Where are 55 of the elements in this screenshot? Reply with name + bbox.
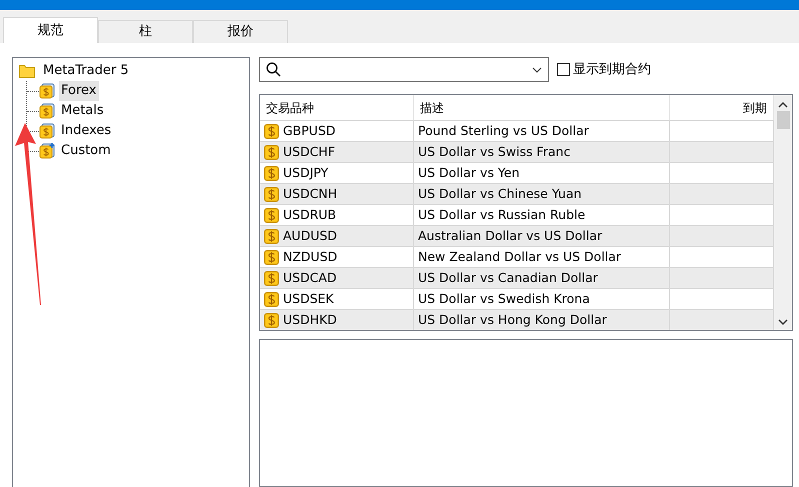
coin-icon: [39, 83, 55, 99]
symbol-cell-text: USDJPY: [283, 164, 328, 182]
symbol-cell-text: AUDUSD: [283, 226, 338, 245]
description-cell-text: Australian Dollar vs US Dollar: [418, 226, 602, 245]
tree-item[interactable]: Indexes: [59, 121, 114, 141]
folder-icon: [19, 64, 35, 78]
chevron-down-icon[interactable]: [778, 318, 788, 326]
tree-item[interactable]: MetaTrader 5: [41, 61, 131, 81]
coin-icon: [264, 250, 279, 264]
tree-item[interactable]: Custom: [59, 141, 113, 161]
search-icon: [266, 62, 281, 77]
description-cell-text: US Dollar vs Chinese Yuan: [418, 184, 582, 203]
description-cell-text: US Dollar vs Swiss Franc: [418, 142, 570, 161]
symbol-cell-text: USDCHF: [283, 142, 336, 161]
symbol-cell-text: USDHKD: [283, 310, 337, 329]
description-cell-text: Pound Sterling vs US Dollar: [418, 122, 589, 140]
tab[interactable]: 报价: [193, 20, 288, 43]
description-cell-text: US Dollar vs Russian Ruble: [418, 206, 586, 224]
coin-icon: [39, 123, 55, 139]
scrollbar[interactable]: [774, 95, 792, 330]
custom-coin-icon: [39, 143, 55, 159]
chevron-down-icon[interactable]: [532, 66, 542, 72]
symbol-cell-text: USDCNH: [283, 184, 338, 203]
symbol-cell-text: NZDUSD: [283, 248, 338, 266]
coin-icon: [264, 270, 279, 286]
search-field[interactable]: [259, 57, 549, 82]
coin-icon: [264, 312, 279, 328]
scrollbar-thumb[interactable]: [776, 111, 790, 129]
column-header[interactable]: 到期: [743, 98, 767, 116]
chevron-up-icon[interactable]: [778, 101, 788, 109]
description-cell-text: US Dollar vs Canadian Dollar: [418, 268, 598, 287]
tab[interactable]: 柱: [98, 20, 193, 43]
checkbox-label: 显示到期合约: [573, 60, 651, 79]
description-cell-text: US Dollar vs Swedish Krona: [418, 290, 590, 308]
checkbox[interactable]: [557, 63, 570, 76]
coin-icon: [39, 103, 55, 119]
description-cell-text: US Dollar vs Hong Kong Dollar: [418, 310, 607, 329]
coin-icon: [264, 166, 279, 180]
coin-icon: [264, 292, 279, 306]
column-header[interactable]: 交易品种: [266, 98, 314, 116]
column-header[interactable]: 描述: [420, 98, 444, 116]
coin-icon: [264, 186, 279, 202]
symbol-cell-text: USDRUB: [283, 206, 336, 224]
description-cell-text: New Zealand Dollar vs US Dollar: [418, 248, 622, 266]
tree-item[interactable]: Metals: [59, 101, 106, 121]
coin-icon: [264, 228, 279, 244]
symbol-cell-text: USDSEK: [283, 290, 334, 308]
coin-icon: [264, 208, 279, 222]
coin-icon: [264, 144, 279, 160]
symbol-cell-text: GBPUSD: [283, 122, 336, 140]
tree-item[interactable]: Forex: [59, 81, 98, 101]
description-cell-text: US Dollar vs Yen: [418, 164, 520, 182]
tab[interactable]: 规范: [3, 17, 98, 43]
coin-icon: [264, 124, 279, 138]
symbol-cell-text: USDCAD: [283, 268, 337, 287]
